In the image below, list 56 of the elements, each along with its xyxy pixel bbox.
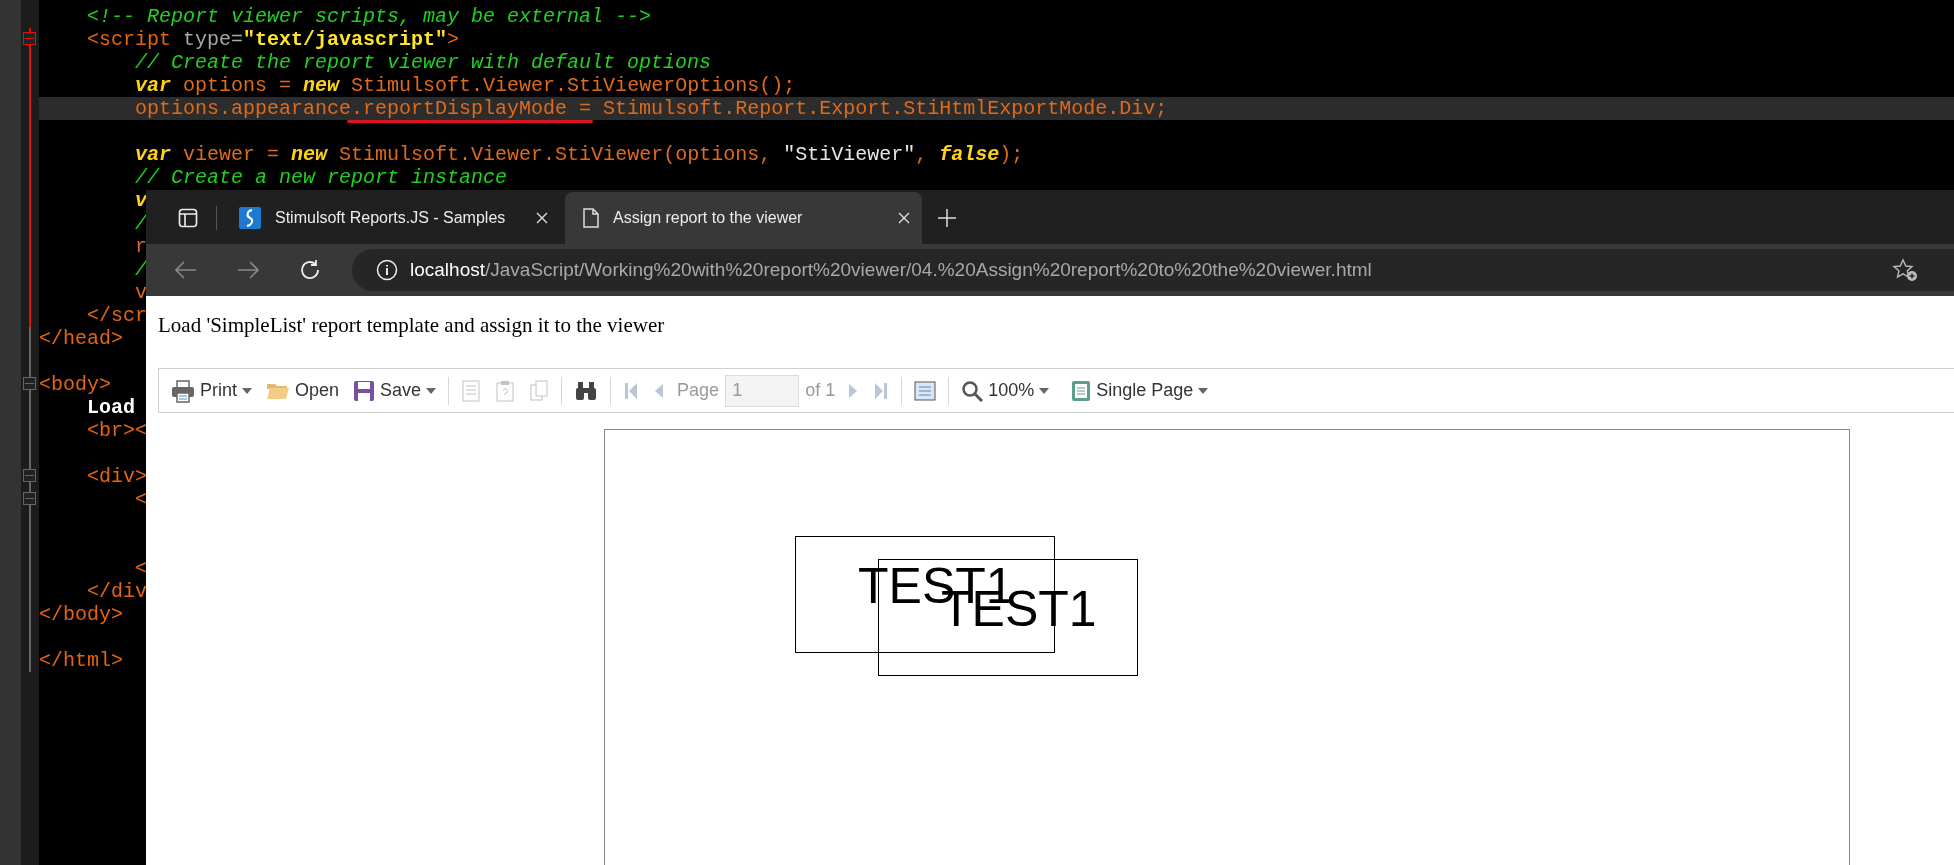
code-line: // Create the report viewer with default options	[134, 51, 712, 74]
view-mode-button[interactable]: Single Page	[1065, 373, 1215, 408]
back-arrow-icon	[175, 261, 197, 279]
code-line: <	[134, 557, 148, 580]
code-line: v	[134, 189, 148, 212]
page-view-icon	[914, 380, 937, 401]
magnifier-icon	[961, 379, 984, 402]
clipboard-icon	[495, 379, 516, 402]
address-field[interactable]: localhost/JavaScript/Working%20with%20report%20viewer/04.%20Assign%20report%20to%20the%20viewer.html	[352, 249, 1954, 291]
fold-marker-icon[interactable]	[23, 377, 36, 390]
code-line: r	[134, 235, 148, 258]
browser-tab[interactable]: Stimulsoft Reports.JS - Samples	[221, 192, 560, 244]
last-page-icon	[873, 380, 890, 401]
page-count: of 1	[804, 380, 837, 401]
copy-icon	[529, 379, 550, 402]
code-line: <!-- Report viewer scripts, may be external -->	[86, 5, 652, 28]
code-line: <body>	[39, 373, 111, 396]
reload-icon	[299, 259, 321, 281]
fold-marker-icon[interactable]	[23, 32, 36, 45]
browser-tab[interactable]: Assign report to the viewer	[565, 192, 922, 244]
save-button[interactable]: Save	[347, 373, 443, 408]
list-icon	[461, 379, 482, 402]
code-line: <br><	[86, 419, 148, 442]
code-line: var viewer = new Stimulsoft.Viewer.StiViewer(options, "StiViewer", false);	[134, 143, 1024, 166]
first-page-icon	[623, 380, 640, 401]
code-line: options.appearance.reportDisplayMode = Stimulsoft.Report.Export.StiHtmlExportMode.Div;	[39, 97, 1168, 120]
code-line: </head>	[39, 327, 123, 350]
close-icon[interactable]	[898, 212, 910, 224]
code-line: </body>	[39, 603, 123, 626]
close-icon[interactable]	[536, 212, 548, 224]
fold-marker-icon[interactable]	[23, 469, 36, 482]
code-line: Load	[86, 396, 135, 419]
sidebar-icon	[178, 208, 198, 228]
plus-icon	[938, 209, 956, 227]
page-icon	[1071, 379, 1092, 402]
code-line: <	[134, 488, 148, 511]
document-icon	[583, 208, 599, 228]
code-line: </div	[86, 580, 148, 603]
code-line: <script type="text/javascript">	[86, 28, 460, 51]
star-plus-icon[interactable]	[1892, 258, 1918, 282]
page-label: Page	[676, 380, 721, 401]
zoom-button[interactable]: 100%	[955, 373, 1056, 408]
printer-icon	[171, 378, 195, 403]
logo-icon	[239, 207, 261, 229]
code-line: <div>	[86, 465, 148, 488]
forward-arrow-icon	[237, 261, 259, 279]
code-line: </scr	[86, 304, 148, 327]
code-line: v	[134, 281, 148, 304]
code-line: // Create a new report instance	[134, 166, 508, 189]
fold-marker-icon[interactable]	[23, 492, 36, 505]
intro-text: Load 'SimpleList' report template and assign it to the viewer	[158, 313, 666, 338]
open-button[interactable]: Open	[260, 373, 346, 408]
info-icon	[376, 259, 398, 281]
code-line: var options = new Stimulsoft.Viewer.StiViewerOptions();	[134, 74, 796, 97]
code-line: </html>	[39, 649, 123, 672]
print-button[interactable]: Print	[165, 373, 258, 408]
